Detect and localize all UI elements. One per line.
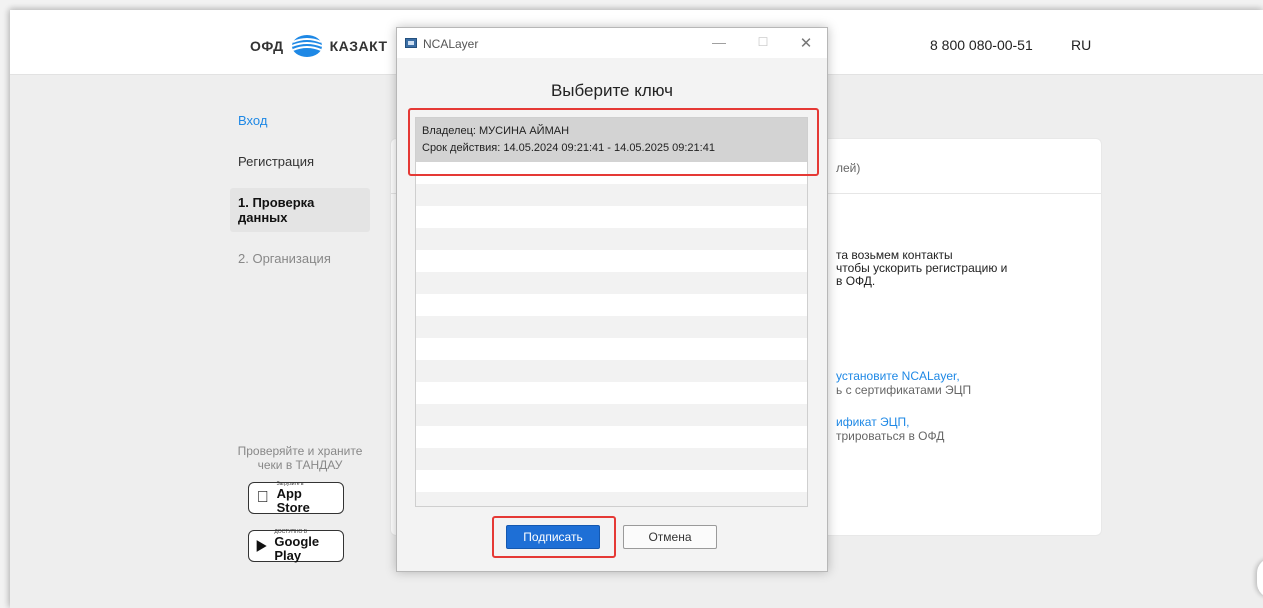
key-list-empty-row bbox=[416, 448, 807, 470]
app-store-button[interactable]:  Загрузите в App Store bbox=[248, 481, 344, 515]
install-ncalayer-link[interactable]: установите NCALayer, bbox=[836, 369, 960, 383]
google-play-button[interactable]: ДОСТУПНО В Google Play bbox=[248, 529, 344, 563]
app-store-label: App Store bbox=[276, 486, 310, 515]
card-paragraph: та возьмем контакты чтобы ускорить регис… bbox=[836, 248, 1008, 288]
ncalayer-dialog: NCALayer — ☐ ✕ Выберите ключ Владелец: М… bbox=[396, 27, 828, 572]
key-list-empty-row bbox=[416, 426, 807, 448]
key-list-empty-row bbox=[416, 272, 807, 294]
ncalayer-note: ь с сертификатами ЭЦП bbox=[836, 383, 972, 397]
ofd-logo[interactable]: ОФД КАЗАКТ bbox=[250, 34, 388, 58]
key-highlight-annotation bbox=[408, 108, 819, 176]
key-list-empty-row bbox=[416, 294, 807, 316]
key-list-empty-row bbox=[416, 228, 807, 250]
maximize-icon[interactable]: ☐ bbox=[753, 35, 773, 49]
chat-widget[interactable] bbox=[1257, 558, 1263, 598]
logo-text-left: ОФД bbox=[250, 38, 284, 54]
key-list-empty-row bbox=[416, 492, 807, 506]
close-icon[interactable]: ✕ bbox=[796, 34, 816, 52]
google-play-label: Google Play bbox=[274, 534, 320, 563]
sidebar-item-data-check[interactable]: 1. Проверка данных bbox=[230, 188, 370, 232]
registration-steps-nav: Вход Регистрация 1. Проверка данных 2. О… bbox=[230, 106, 370, 285]
globe-icon bbox=[291, 35, 322, 57]
language-switch[interactable]: RU bbox=[1071, 37, 1091, 53]
tandau-promo: Проверяйте и храните чеки в ТАНДАУ  Заг… bbox=[230, 444, 370, 578]
key-list-empty-row bbox=[416, 360, 807, 382]
ncalayer-app-icon bbox=[405, 38, 417, 48]
key-list-empty-row bbox=[416, 184, 807, 206]
support-phone[interactable]: 8 800 080-00-51 bbox=[930, 37, 1033, 53]
dialog-heading: Выберите ключ bbox=[550, 81, 674, 100]
key-list-empty-row bbox=[416, 316, 807, 338]
cancel-button[interactable]: Отмена bbox=[623, 525, 717, 549]
dialog-title: NCALayer bbox=[423, 37, 479, 51]
sign-highlight-annotation bbox=[492, 516, 616, 558]
card-header-text: лей) bbox=[836, 161, 861, 175]
apple-icon:  bbox=[255, 489, 271, 507]
key-list-empty-row bbox=[416, 382, 807, 404]
key-list-empty-row bbox=[416, 338, 807, 360]
dialog-titlebar[interactable]: NCALayer — ☐ ✕ bbox=[397, 28, 827, 58]
promo-text: Проверяйте и храните чеки в ТАНДАУ bbox=[237, 444, 363, 472]
sidebar-item-organization: 2. Организация bbox=[238, 251, 331, 266]
logo-text-right: КАЗАКТ bbox=[329, 38, 388, 54]
minimize-icon[interactable]: — bbox=[709, 34, 729, 50]
certificate-note: трироваться в ОФД bbox=[836, 429, 945, 443]
key-list-empty-row bbox=[416, 404, 807, 426]
key-list-empty-row bbox=[416, 470, 807, 492]
key-list-empty-row bbox=[416, 206, 807, 228]
certificate-link[interactable]: ификат ЭЦП, bbox=[836, 415, 910, 429]
sidebar-item-login[interactable]: Вход bbox=[230, 106, 370, 135]
key-list-empty-row bbox=[416, 250, 807, 272]
sidebar-item-registration[interactable]: Регистрация bbox=[230, 147, 370, 176]
google-play-icon bbox=[256, 540, 267, 552]
